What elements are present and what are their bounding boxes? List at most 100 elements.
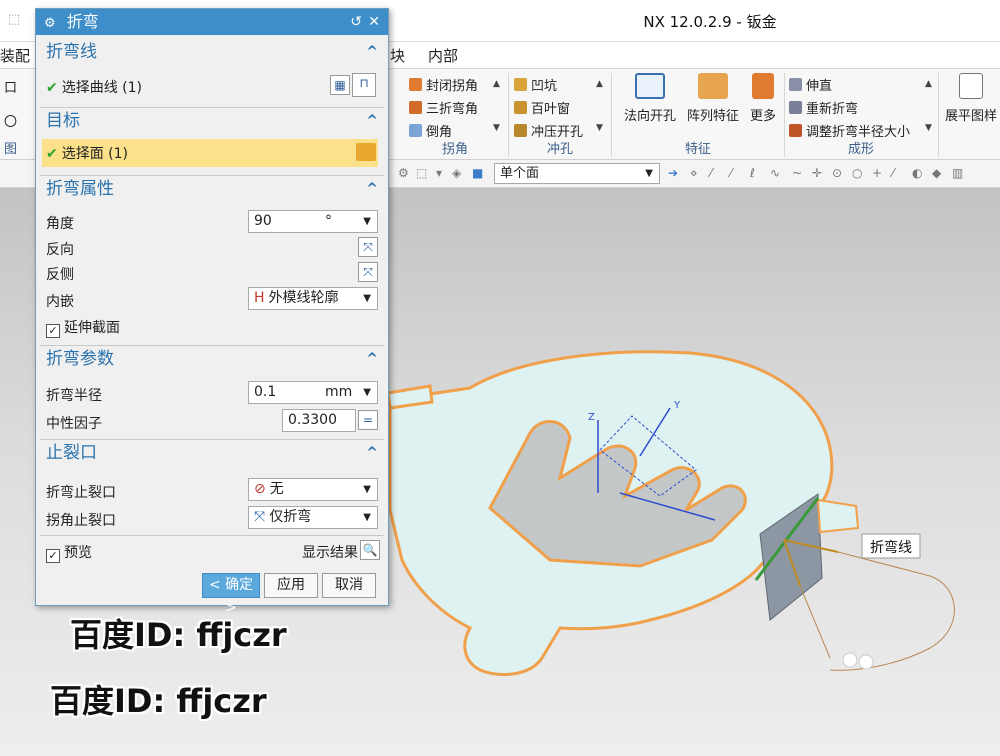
preview-checkbox[interactable]: ✓ 预览 bbox=[46, 542, 92, 563]
reverse-side-label: 反侧 bbox=[46, 267, 74, 283]
reverse-side-button[interactable]: ⤧ bbox=[358, 262, 378, 282]
ribbon-group-corner: 封闭拐角 三折弯角 倒角 ▲ ▼ 拐角 bbox=[405, 69, 505, 161]
collapse-icon[interactable]: ^ bbox=[366, 346, 378, 373]
bend-radius-label: 折弯半径 bbox=[46, 388, 102, 404]
sketch-section-button[interactable]: ▦ bbox=[330, 75, 350, 95]
more-button[interactable]: 更多 bbox=[746, 73, 780, 124]
section-bend-params-title: 折弯参数 bbox=[46, 349, 114, 369]
section-relief-header[interactable]: 止裂口 ^ bbox=[40, 439, 384, 466]
cancel-button[interactable]: 取消 bbox=[322, 573, 376, 598]
section-target-header[interactable]: 目标 ^ bbox=[40, 107, 384, 134]
snap-mid-icon[interactable]: ∿ bbox=[770, 166, 780, 180]
snap-line-icon[interactable]: ⁄ bbox=[710, 166, 712, 180]
chevron-down-icon[interactable]: ▼ bbox=[363, 382, 371, 403]
neutral-factor-input[interactable]: 0.3300 bbox=[282, 409, 356, 432]
menu-block[interactable]: 块 bbox=[390, 45, 405, 66]
ribbon-left-item-1[interactable]: 口 bbox=[4, 77, 17, 96]
snap-perpendicular-icon[interactable]: ⁄ bbox=[892, 166, 894, 180]
dialog-title-bar[interactable]: ⚙ 折弯 ↺ ✕ bbox=[36, 9, 388, 35]
snap-center-icon[interactable]: ⊙ bbox=[832, 166, 842, 180]
chevron-down-icon[interactable]: ▼ bbox=[363, 211, 371, 232]
select-curve-row[interactable]: ✔ 选择曲线 (1) bbox=[46, 77, 142, 97]
bend-relief-select[interactable]: ⊘ 无 ▼ bbox=[248, 478, 378, 501]
section-bend-line-header[interactable]: 折弯线 ^ bbox=[40, 39, 384, 66]
closed-corner-button[interactable]: 封闭拐角 bbox=[409, 75, 478, 94]
corner-relief-select[interactable]: ⤧ 仅折弯 ▼ bbox=[248, 506, 378, 529]
axis-z-label: Z bbox=[588, 412, 595, 423]
three-bend-corner-button[interactable]: 三折弯角 bbox=[409, 98, 478, 117]
collapse-icon[interactable]: ^ bbox=[366, 108, 378, 135]
scroll-up-icon[interactable]: ▲ bbox=[596, 79, 603, 89]
collapse-icon[interactable]: ^ bbox=[366, 440, 378, 467]
reverse-direction-button[interactable]: ⤧ bbox=[358, 237, 378, 257]
snap-quadrant-icon[interactable]: ○ bbox=[852, 166, 862, 180]
ok-button[interactable]: < 确定 > bbox=[202, 573, 260, 616]
chevron-down-icon: ▼ bbox=[363, 484, 371, 495]
section-bend-params-header[interactable]: 折弯参数 ^ bbox=[40, 345, 384, 372]
angle-input[interactable]: 90 ° ▼ bbox=[248, 210, 378, 233]
scroll-up-icon[interactable]: ▲ bbox=[493, 79, 500, 89]
normal-cutout-button[interactable]: 法向开孔 bbox=[618, 73, 682, 124]
collapse-icon[interactable]: ^ bbox=[366, 39, 378, 66]
face-rule-select[interactable]: 单个面 ▼ bbox=[494, 163, 660, 184]
face-select-icon[interactable] bbox=[356, 143, 376, 161]
pattern-feature-button[interactable]: 阵列特征 bbox=[682, 73, 744, 124]
louver-label: 百叶窗 bbox=[531, 102, 571, 117]
angle-label: 角度 bbox=[46, 216, 74, 232]
rectangle-select-icon[interactable]: ⬚ bbox=[416, 166, 427, 180]
menu-assembly[interactable]: 装配 bbox=[0, 45, 30, 66]
curve-select-button[interactable]: ⊓ bbox=[352, 73, 376, 97]
louver-button[interactable]: 百叶窗 bbox=[514, 98, 570, 117]
chevron-down-icon[interactable]: ▼ bbox=[493, 123, 500, 133]
flat-pattern-button[interactable]: 展平图样 bbox=[942, 73, 1000, 124]
chevron-down-icon[interactable]: ▼ bbox=[596, 123, 603, 133]
face-rule-icon[interactable]: ◈ bbox=[452, 166, 461, 180]
select-filter-icon[interactable]: ⚙ bbox=[398, 166, 409, 180]
preview-label: 预览 bbox=[64, 545, 92, 561]
close-icon[interactable]: ✕ bbox=[368, 9, 380, 35]
neutral-factor-value: 0.3300 bbox=[288, 412, 337, 428]
section-relief: 止裂口 ^ 折弯止裂口 ⊘ 无 ▼ 拐角止裂口 ⤧ 仅折弯 ▼ bbox=[40, 439, 384, 533]
nx-window: ⬚ NX 12.0.2.9 - 钣金 装配 块 内部 口 〇 图 封闭拐角 三折… bbox=[0, 0, 1000, 756]
snap-point-icon[interactable]: ⋄ bbox=[690, 166, 698, 180]
collapse-icon[interactable]: ^ bbox=[366, 176, 378, 203]
section-bend-properties-header[interactable]: 折弯属性 ^ bbox=[40, 175, 384, 202]
snap-intersection-icon[interactable]: + bbox=[872, 166, 882, 180]
section-target: 目标 ^ ✔ 选择面 (1) bbox=[40, 107, 384, 173]
gear-icon[interactable]: ⚙ bbox=[44, 16, 56, 31]
snap-tangent-icon[interactable]: ✛ bbox=[812, 166, 822, 180]
dimple-button[interactable]: 凹坑 bbox=[514, 75, 557, 94]
unbend-button[interactable]: 伸直 bbox=[789, 75, 832, 94]
inset-select[interactable]: H 外模线轮廓 ▼ bbox=[248, 287, 378, 310]
section-bend-properties: 折弯属性 ^ 角度 90 ° ▼ 反向 ⤧ 反侧 ⤧ 内嵌 H 外模线轮廓 ▼ ✓… bbox=[40, 175, 384, 345]
scroll-up-icon[interactable]: ▲ bbox=[925, 79, 932, 89]
rebend-button[interactable]: 重新折弯 bbox=[789, 98, 858, 117]
extend-section-checkbox[interactable]: ✓ 延伸截面 bbox=[46, 317, 120, 338]
ribbon-group-punch: 凹坑 百叶窗 冲压开孔 ▲ ▼ 冲孔 bbox=[512, 69, 608, 161]
formula-button[interactable]: = bbox=[358, 410, 378, 430]
chevron-down-icon[interactable]: ▾ bbox=[436, 166, 442, 180]
arrow-right-icon[interactable]: ➔ bbox=[668, 166, 678, 180]
snap-curve-icon[interactable]: ℓ bbox=[750, 166, 755, 180]
pattern-feature-label: 阵列特征 bbox=[686, 109, 739, 124]
reset-icon[interactable]: ↺ bbox=[350, 9, 362, 35]
neutral-factor-label: 中性因子 bbox=[46, 416, 102, 432]
bend-radius-input[interactable]: 0.1 mm ▼ bbox=[248, 381, 378, 404]
snap-wave-icon[interactable]: ~ bbox=[792, 166, 802, 180]
snap-grid-icon[interactable]: ▥ bbox=[952, 166, 963, 180]
chevron-down-icon: ▼ bbox=[363, 293, 371, 304]
single-face-icon[interactable]: ■ bbox=[472, 166, 483, 180]
snap-face-icon[interactable]: ◐ bbox=[912, 166, 922, 180]
select-curve-label: 选择曲线 (1) bbox=[61, 80, 143, 96]
show-result-button[interactable]: 🔍 bbox=[360, 540, 380, 560]
snap-end-icon[interactable]: ⁄ bbox=[730, 166, 732, 180]
checkbox-checked-icon[interactable]: ✓ bbox=[46, 549, 60, 563]
apply-button[interactable]: 应用 bbox=[264, 573, 318, 598]
ribbon-left-item-2[interactable]: 〇 bbox=[4, 111, 17, 130]
chevron-down-icon[interactable]: ▼ bbox=[925, 123, 932, 133]
checkbox-checked-icon[interactable]: ✓ bbox=[46, 324, 60, 338]
select-face-row[interactable]: ✔ 选择面 (1) bbox=[46, 143, 128, 163]
menu-internal[interactable]: 内部 bbox=[428, 45, 458, 66]
corner-relief-value: 仅折弯 bbox=[269, 509, 312, 525]
snap-bounding-icon[interactable]: ◆ bbox=[932, 166, 941, 180]
